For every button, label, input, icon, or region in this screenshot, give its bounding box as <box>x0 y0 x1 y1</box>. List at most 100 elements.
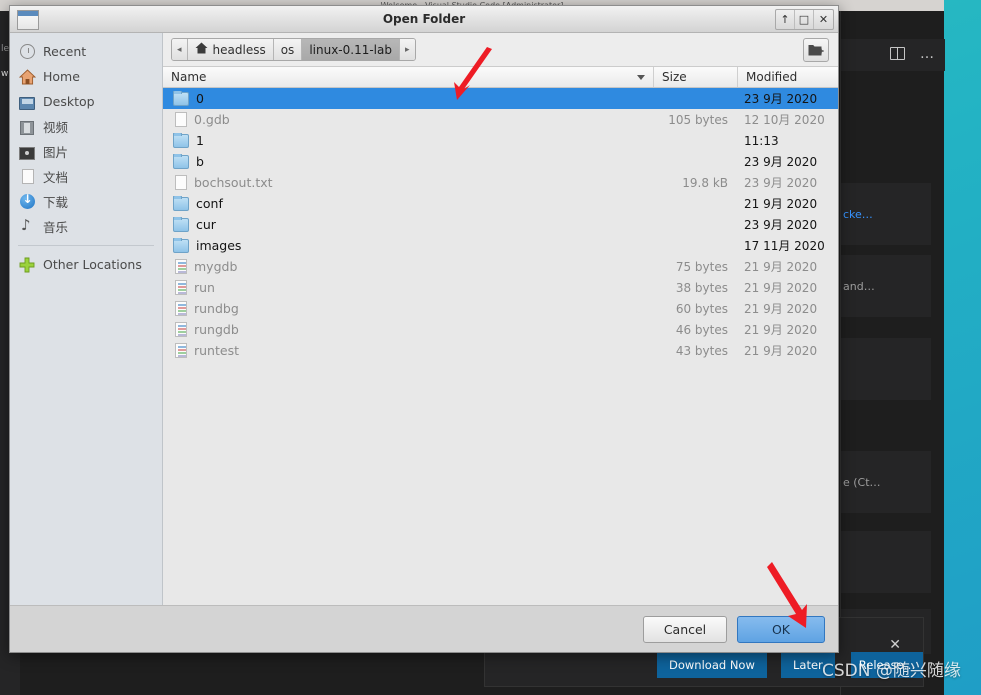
sidebar-item-videos[interactable]: 视频 <box>10 114 162 139</box>
column-label: Name <box>171 70 207 84</box>
table-row[interactable]: rungdb 46 bytes 21 9月 2020 <box>163 319 838 340</box>
file-modified-cell: 17 11月 2020 <box>744 239 825 253</box>
sidebar-card[interactable]: e (Ct… <box>841 451 931 513</box>
table-row[interactable]: 0.gdb 105 bytes 12 10月 2020 <box>163 109 838 130</box>
file-name-label: bochsout.txt <box>194 175 273 190</box>
file-size-cell: 43 bytes <box>675 343 728 358</box>
table-row[interactable]: bochsout.txt 19.8 kB 23 9月 2020 <box>163 172 838 193</box>
table-row[interactable]: conf 21 9月 2020 <box>163 193 838 214</box>
file-name-label: rundbg <box>194 301 239 316</box>
sidebar-item-label: 图片 <box>43 145 69 160</box>
document-file-icon <box>175 112 187 127</box>
sidebar-card[interactable] <box>841 338 931 400</box>
breadcrumb-item-os[interactable]: os <box>273 39 303 60</box>
sidebar-item-home[interactable]: Home <box>10 64 162 89</box>
file-modified-cell: 23 9月 2020 <box>744 92 818 106</box>
release-notes-button[interactable]: Release… <box>851 652 923 678</box>
sidebar-card[interactable] <box>841 531 931 593</box>
divider <box>18 245 154 246</box>
file-name-label: 1 <box>196 133 204 148</box>
home-icon <box>195 42 208 57</box>
file-name-label: rungdb <box>194 322 239 337</box>
file-name-cell: run <box>163 280 654 295</box>
close-icon[interactable]: ✕ <box>889 638 901 652</box>
table-row[interactable]: cur 23 9月 2020 <box>163 214 838 235</box>
open-folder-dialog: Open Folder ↑ □ ✕ Recent Home Desktop 视频… <box>9 5 839 653</box>
file-name-label: run <box>194 280 215 295</box>
left-strip-text-2: w <box>1 69 9 79</box>
column-header-size[interactable]: Size <box>654 67 738 87</box>
left-strip-text-1: le <box>1 44 10 54</box>
folder-icon <box>173 238 189 253</box>
column-header-name[interactable]: Name <box>163 67 654 87</box>
sidebar-item-desktop[interactable]: Desktop <box>10 89 162 114</box>
sidebar-item-recent[interactable]: Recent <box>10 39 162 64</box>
file-list[interactable]: 0 23 9月 2020 0.gdb 105 bytes 12 10月 2020 1 11:… <box>163 88 838 605</box>
video-icon <box>19 119 36 135</box>
column-header-modified[interactable]: Modified <box>738 67 838 87</box>
ok-button[interactable]: OK <box>737 615 825 643</box>
sidebar-item-label: 音乐 <box>43 220 69 235</box>
file-modified-cell: 23 9月 2020 <box>744 155 818 169</box>
plus-icon <box>19 257 36 273</box>
file-size-cell: 19.8 kB <box>682 175 728 190</box>
sidebar-card[interactable]: cke… <box>841 183 931 245</box>
sidebar-card[interactable]: and… <box>841 255 931 317</box>
sidebar-item-label: Other Locations <box>43 257 142 272</box>
file-name-cell: cur <box>163 217 654 232</box>
table-row[interactable]: mygdb 75 bytes 21 9月 2020 <box>163 256 838 277</box>
breadcrumb-label: headless <box>212 42 266 57</box>
vscode-right-sidebar: … cke… and… e (Ct… <box>840 11 945 695</box>
table-row[interactable]: 0 23 9月 2020 <box>163 88 838 109</box>
script-file-icon <box>175 322 187 337</box>
table-row[interactable]: 1 11:13 <box>163 130 838 151</box>
file-modified-cell: 21 9月 2020 <box>744 197 818 211</box>
dialog-titlebar[interactable]: Open Folder ↑ □ ✕ <box>10 6 838 33</box>
table-row[interactable]: run 38 bytes 21 9月 2020 <box>163 277 838 298</box>
maximize-button[interactable]: □ <box>795 10 814 29</box>
sidebar-item-downloads[interactable]: 下载 <box>10 189 162 214</box>
split-editor-icon[interactable] <box>890 47 905 60</box>
file-modified-cell: 11:13 <box>744 133 779 148</box>
column-label: Size <box>662 70 687 84</box>
sidebar-item-label: 视频 <box>43 120 69 135</box>
breadcrumb-item-current[interactable]: linux-0.11-lab <box>302 39 400 60</box>
file-modified-cell: 23 9月 2020 <box>744 218 818 232</box>
file-name-cell: bochsout.txt <box>163 175 654 190</box>
sidebar-item-music[interactable]: 音乐 <box>10 214 162 239</box>
shade-button[interactable]: ↑ <box>776 10 795 29</box>
sidebar-card-text: e (Ct… <box>843 475 881 489</box>
table-row[interactable]: images 17 11月 2020 <box>163 235 838 256</box>
close-button[interactable]: ✕ <box>814 10 833 29</box>
file-modified-cell: 21 9月 2020 <box>744 260 818 274</box>
table-row[interactable]: b 23 9月 2020 <box>163 151 838 172</box>
dialog-action-bar: Cancel OK <box>10 605 838 652</box>
file-name-cell: 0.gdb <box>163 112 654 127</box>
sidebar-item-pictures[interactable]: 图片 <box>10 139 162 164</box>
table-row[interactable]: rundbg 60 bytes 21 9月 2020 <box>163 298 838 319</box>
file-browser-pane: ◂ headless os linux-0.11-lab ▸ Name Size… <box>163 33 838 605</box>
sidebar-item-other-locations[interactable]: Other Locations <box>10 252 162 277</box>
later-button[interactable]: Later <box>781 652 835 678</box>
file-modified-cell: 23 9月 2020 <box>744 176 818 190</box>
download-now-button[interactable]: Download Now <box>657 652 767 678</box>
sidebar-item-label: Desktop <box>43 94 95 109</box>
script-file-icon <box>175 280 187 295</box>
pictures-icon <box>19 144 36 160</box>
more-actions-icon[interactable]: … <box>920 47 935 61</box>
file-name-label: conf <box>196 196 223 211</box>
breadcrumb-forward-button[interactable]: ▸ <box>399 39 415 60</box>
create-folder-icon[interactable] <box>803 38 829 62</box>
music-icon <box>19 219 36 235</box>
cancel-button[interactable]: Cancel <box>643 615 727 643</box>
file-name-label: cur <box>196 217 216 232</box>
column-headers: Name Size Modified <box>163 67 838 88</box>
folder-icon <box>173 154 189 169</box>
sidebar-item-documents[interactable]: 文档 <box>10 164 162 189</box>
table-row[interactable]: runtest 43 bytes 21 9月 2020 <box>163 340 838 361</box>
breadcrumb-back-button[interactable]: ◂ <box>172 39 188 60</box>
file-name-cell: 0 <box>163 91 654 106</box>
file-size-cell: 38 bytes <box>675 280 728 295</box>
breadcrumb-item-headless[interactable]: headless <box>187 39 274 60</box>
file-modified-cell: 21 9月 2020 <box>744 302 818 316</box>
